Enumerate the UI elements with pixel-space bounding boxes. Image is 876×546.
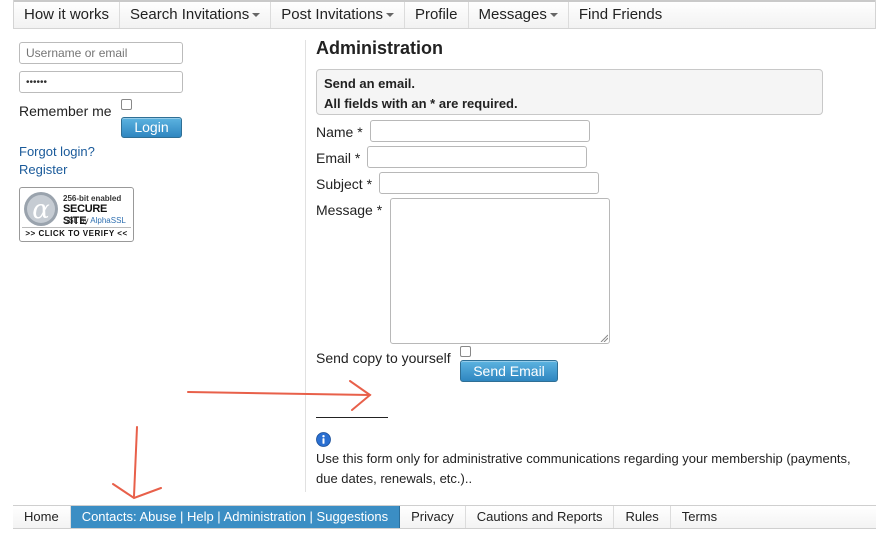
footer-rules-link[interactable]: Rules — [614, 506, 671, 528]
arrow-down-annotation — [112, 426, 162, 500]
ssl-secure-site-badge[interactable]: α 256-bit enabled SECURE SITE SSL by Alp… — [19, 187, 134, 242]
email-label: Email * — [316, 150, 361, 166]
alphassl-logo-icon: α — [24, 192, 58, 226]
nav-item-profile[interactable]: Profile — [405, 2, 469, 28]
send-email-button[interactable]: Send Email — [460, 360, 558, 382]
column-divider — [305, 40, 306, 492]
message-label: Message * — [316, 202, 383, 218]
footer-home-link[interactable]: Home — [13, 506, 71, 528]
ssl-line-1: 256-bit enabled — [63, 194, 122, 203]
nav-label: Post Invitations — [281, 6, 383, 23]
caret-down-icon — [252, 13, 261, 18]
username-input[interactable] — [19, 42, 183, 64]
caret-down-icon — [549, 13, 558, 18]
forgot-login-link[interactable]: Forgot login? — [19, 144, 95, 159]
form-notice: Send an email. All fields with an * are … — [316, 69, 823, 115]
nav-item-post-invitations[interactable]: Post Invitations — [271, 2, 405, 28]
message-textarea[interactable] — [390, 198, 610, 344]
name-input[interactable] — [370, 120, 590, 142]
footer-label: Terms — [681, 509, 718, 524]
footer-label: Cautions and Reports — [476, 509, 603, 524]
remember-me-label: Remember me — [19, 103, 112, 119]
nav-item-how-it-works[interactable]: How it works — [14, 2, 121, 28]
top-navigation: How it works Search Invitations Post Inv… — [13, 0, 876, 29]
ssl-verify-bar: >> CLICK TO VERIFY << — [22, 227, 131, 239]
nav-label: Search Invitations — [130, 6, 250, 23]
nav-label: How it works — [24, 6, 110, 23]
nav-label: Profile — [414, 6, 458, 23]
subject-label: Subject * — [316, 176, 373, 192]
ssl-brand: AlphaSSL — [90, 216, 126, 225]
nav-label: Messages — [478, 6, 547, 23]
footer-label: Rules — [625, 509, 659, 524]
info-text: Use this form only for administrative co… — [316, 451, 851, 486]
footer-cautions-link[interactable]: Cautions and Reports — [466, 506, 615, 528]
notice-line-2: All fields with an * are required. — [324, 96, 518, 111]
top-nav-items: How it works Search Invitations Post Inv… — [14, 2, 672, 28]
footer-terms-link[interactable]: Terms — [671, 506, 728, 528]
send-copy-checkbox[interactable] — [460, 346, 471, 357]
ssl-prefix: SSL by — [63, 216, 91, 225]
send-copy-label: Send copy to yourself — [316, 350, 451, 366]
email-input[interactable] — [367, 146, 587, 168]
nav-label: Find Friends — [578, 6, 663, 23]
page-title: Administration — [316, 38, 444, 58]
svg-text:α: α — [32, 195, 50, 225]
resize-grip-icon[interactable] — [600, 334, 608, 342]
nav-item-find-friends[interactable]: Find Friends — [569, 2, 672, 28]
nav-item-messages[interactable]: Messages — [469, 2, 569, 28]
footer-label: Privacy — [411, 509, 454, 524]
ssl-line-3: SSL by AlphaSSL — [63, 216, 126, 225]
footer-navigation: Home Contacts: Abuse | Help | Administra… — [13, 505, 876, 529]
footer-contacts-link[interactable]: Contacts: Abuse | Help | Administration … — [70, 506, 401, 528]
remember-me-checkbox[interactable] — [121, 99, 132, 110]
subject-input[interactable] — [379, 172, 599, 194]
caret-down-icon — [385, 13, 394, 18]
login-button[interactable]: Login — [121, 117, 182, 138]
register-link[interactable]: Register — [19, 162, 67, 177]
password-input[interactable] — [19, 71, 183, 93]
nav-item-search-invitations[interactable]: Search Invitations — [120, 2, 272, 28]
notice-line-1: Send an email. — [324, 76, 416, 91]
footer-privacy-link[interactable]: Privacy — [400, 506, 466, 528]
info-icon — [316, 432, 331, 447]
name-label: Name * — [316, 124, 363, 140]
arrow-right-annotation — [187, 380, 372, 411]
footer-label: Home — [24, 509, 59, 524]
footer-label: Contacts: Abuse | Help | Administration … — [81, 509, 389, 524]
separator-line — [316, 417, 388, 418]
